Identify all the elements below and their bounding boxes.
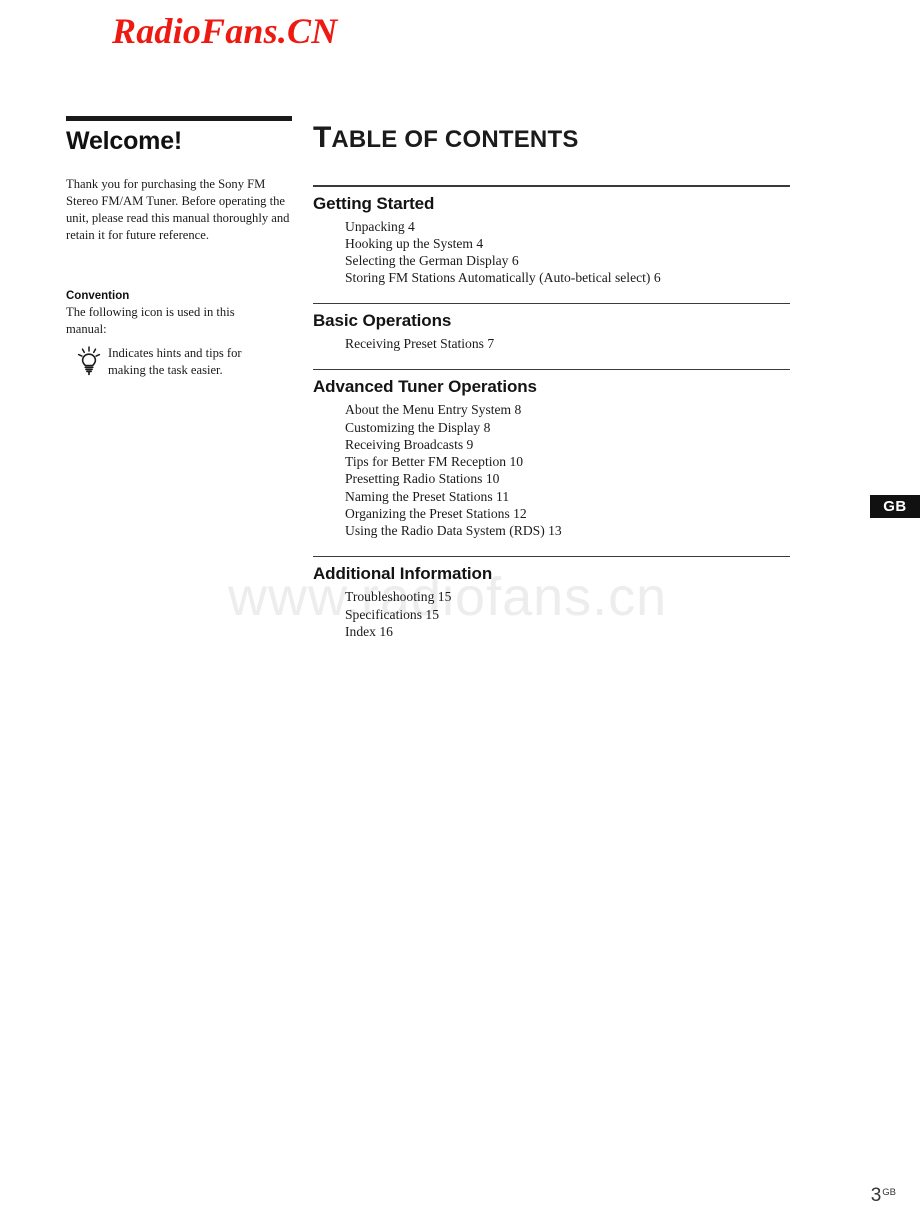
tip-legend-row: Indicates hints and tips for making the … bbox=[66, 345, 292, 379]
toc-entry-list: Unpacking 4 Hooking up the System 4 Sele… bbox=[313, 218, 790, 287]
toc-entry[interactable]: Receiving Broadcasts 9 bbox=[345, 436, 790, 453]
toc-entry[interactable]: Hooking up the System 4 bbox=[345, 235, 790, 252]
toc-entry[interactable]: Index 16 bbox=[345, 623, 790, 640]
section-divider bbox=[313, 555, 790, 558]
brand-logo-watermark: RadioFans.CN bbox=[112, 11, 338, 51]
lightbulb-icon bbox=[76, 346, 102, 376]
welcome-column: Welcome! Thank you for purchasing the So… bbox=[66, 116, 292, 379]
section-divider bbox=[313, 185, 790, 187]
toc-entry[interactable]: Tips for Better FM Reception 10 bbox=[345, 453, 790, 470]
toc-entry-list: About the Menu Entry System 8 Customizin… bbox=[313, 401, 790, 539]
convention-paragraph: The following icon is used in this manua… bbox=[66, 305, 235, 337]
toc-section: Additional Information Troubleshooting 1… bbox=[313, 555, 790, 640]
section-divider bbox=[313, 368, 790, 371]
section-divider bbox=[313, 302, 790, 305]
tip-legend-text: Indicates hints and tips for making the … bbox=[108, 346, 242, 378]
welcome-top-rule bbox=[66, 116, 292, 121]
toc-entry[interactable]: Customizing the Display 8 bbox=[345, 419, 790, 436]
welcome-paragraph: Thank you for purchasing the Sony FM Ste… bbox=[66, 177, 290, 243]
toc-section: Basic Operations Receiving Preset Statio… bbox=[313, 302, 790, 353]
toc-entry-list: Troubleshooting 15 Specifications 15 Ind… bbox=[313, 588, 790, 640]
toc-section: Advanced Tuner Operations About the Menu… bbox=[313, 368, 790, 540]
toc-title-initial: T bbox=[313, 121, 332, 154]
toc-section-heading: Additional Information bbox=[313, 564, 493, 584]
language-side-tab-gb: GB bbox=[870, 495, 920, 518]
toc-entry[interactable]: Receiving Preset Stations 7 bbox=[345, 335, 790, 352]
toc-section-heading: Basic Operations bbox=[313, 311, 452, 331]
toc-entry[interactable]: Unpacking 4 bbox=[345, 218, 790, 235]
toc-title: TABLE OF CONTENTS bbox=[313, 120, 790, 153]
toc-entry[interactable]: Using the Radio Data System (RDS) 13 bbox=[345, 522, 790, 539]
toc-entry[interactable]: Troubleshooting 15 bbox=[345, 588, 790, 605]
toc-entry[interactable]: Storing FM Stations Automatically (Auto-… bbox=[345, 269, 790, 286]
page-number: 3 bbox=[870, 1185, 882, 1206]
convention-heading: Convention bbox=[66, 290, 130, 303]
toc-entry[interactable]: Organizing the Preset Stations 12 bbox=[345, 505, 790, 522]
toc-entry[interactable]: About the Menu Entry System 8 bbox=[345, 401, 790, 418]
toc-section-heading: Getting Started bbox=[313, 193, 435, 213]
toc-entry[interactable]: Specifications 15 bbox=[345, 606, 790, 623]
page-footer: 3GB bbox=[871, 1185, 896, 1207]
toc-entry-list: Receiving Preset Stations 7 bbox=[313, 335, 790, 352]
toc-entry[interactable]: Naming the Preset Stations 11 bbox=[345, 488, 790, 505]
toc-title-rest: ABLE OF CONTENTS bbox=[331, 126, 579, 153]
welcome-heading: Welcome! bbox=[66, 127, 183, 155]
toc-section: Getting Started Unpacking 4 Hooking up t… bbox=[313, 185, 790, 287]
toc-entry[interactable]: Selecting the German Display 6 bbox=[345, 252, 790, 269]
toc-entry[interactable]: Presetting Radio Stations 10 bbox=[345, 470, 790, 487]
table-of-contents: TABLE OF CONTENTS Getting Started Unpack… bbox=[313, 120, 790, 656]
toc-section-heading: Advanced Tuner Operations bbox=[313, 377, 537, 397]
page-region-code: GB bbox=[882, 1186, 896, 1198]
